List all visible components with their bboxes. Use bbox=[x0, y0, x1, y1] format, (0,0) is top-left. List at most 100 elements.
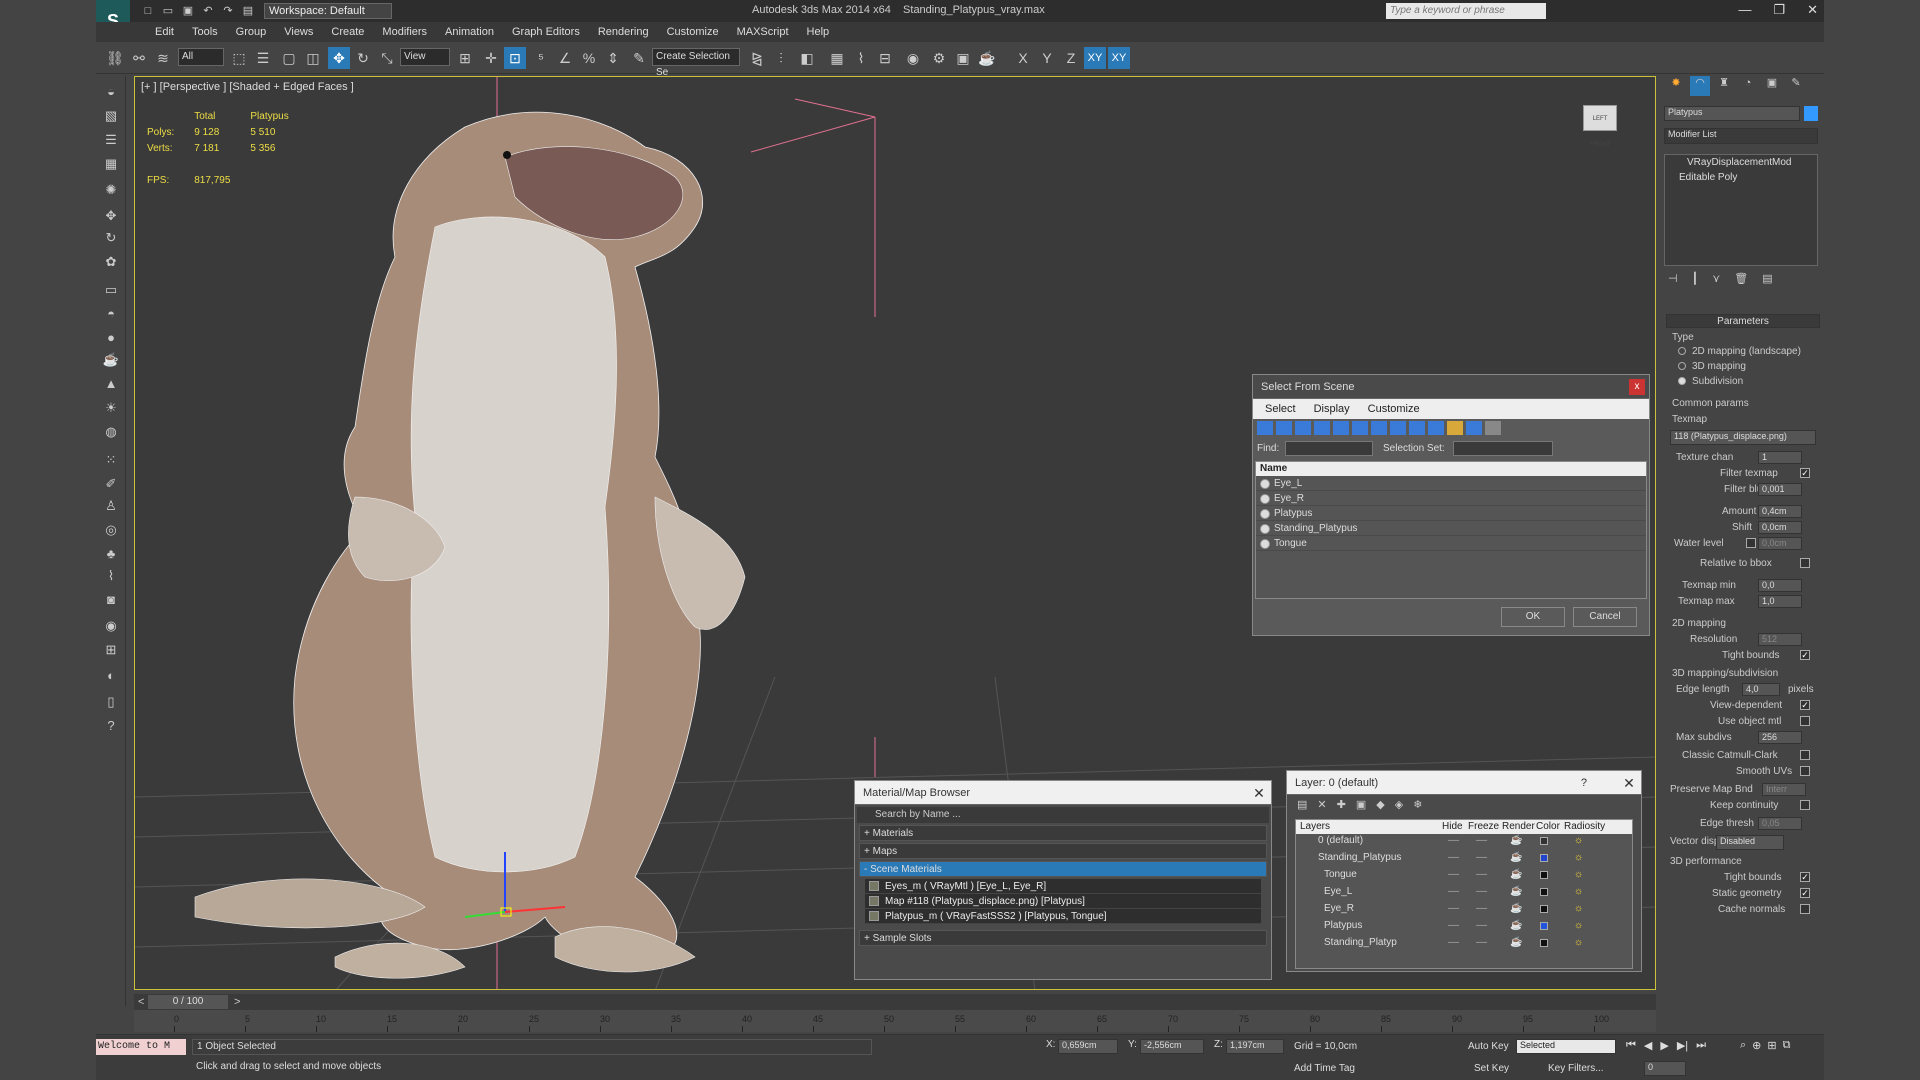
preserve-map-dropdown[interactable]: Interr bbox=[1762, 783, 1806, 796]
platypus-model[interactable] bbox=[194, 111, 746, 979]
dialog-titlebar[interactable]: Material/Map Browser ✕ bbox=[855, 781, 1271, 805]
make-unique-icon[interactable]: ⋎ bbox=[1712, 272, 1720, 288]
display-all-icon[interactable] bbox=[1485, 421, 1501, 435]
menu-create[interactable]: Create bbox=[322, 22, 373, 42]
static-geometry-checkbox[interactable]: ✓ bbox=[1800, 888, 1810, 898]
edge-length-spinner[interactable]: 4,0 bbox=[1742, 683, 1780, 696]
schematic-view-icon[interactable]: ⊟ bbox=[874, 47, 896, 69]
selection-filter-dropdown[interactable]: All bbox=[178, 48, 224, 66]
object-list-item[interactable]: Platypus bbox=[1256, 506, 1646, 521]
hemisphere-icon[interactable]: ◓ bbox=[101, 304, 121, 324]
edit-named-sel-icon[interactable]: ✎ bbox=[628, 47, 650, 69]
menu-rendering[interactable]: Rendering bbox=[589, 22, 658, 42]
image-icon[interactable]: ▧ bbox=[101, 106, 121, 126]
select-by-name-icon[interactable]: ☰ bbox=[252, 47, 274, 69]
axis-xy-button[interactable]: XY bbox=[1084, 47, 1106, 69]
filter-hidden-icon[interactable] bbox=[1466, 421, 1482, 435]
menu-customize[interactable]: Customize bbox=[658, 22, 728, 42]
rendered-frame-icon[interactable]: ▣ bbox=[952, 47, 974, 69]
hide-toggle[interactable]: –– bbox=[1448, 885, 1459, 899]
undo-icon[interactable]: ↶ bbox=[200, 4, 216, 18]
layer-col-freeze[interactable]: Freeze bbox=[1468, 821, 1499, 832]
freeze-toggle[interactable]: –– bbox=[1476, 885, 1487, 899]
container-icon[interactable]: ◒ bbox=[101, 82, 121, 102]
render-teapot-icon[interactable]: ☕ bbox=[1510, 868, 1522, 882]
next-frame-icon[interactable]: > bbox=[234, 996, 240, 1008]
menu-group[interactable]: Group bbox=[227, 22, 276, 42]
rotate-tool-icon[interactable]: ↻ bbox=[101, 228, 121, 248]
object-color-swatch[interactable] bbox=[1804, 106, 1818, 121]
display-tab-icon[interactable]: ▣ bbox=[1762, 76, 1782, 96]
layer-color-swatch[interactable] bbox=[1540, 837, 1548, 845]
goto-end-icon[interactable]: ⏭ bbox=[1696, 1039, 1706, 1052]
layer-row[interactable]: 0 (default) –– –– ☕ ☼ bbox=[1296, 834, 1636, 848]
max-subdivs-spinner[interactable]: 256 bbox=[1758, 731, 1802, 744]
dialog-titlebar[interactable]: Select From Scene x bbox=[1253, 375, 1649, 399]
layer-col-render[interactable]: Render bbox=[1502, 821, 1535, 832]
snaps-toggle-icon[interactable]: ⁵ bbox=[530, 47, 552, 69]
object-list-item[interactable]: Eye_L bbox=[1256, 476, 1646, 491]
radiosity-icon[interactable]: ☼ bbox=[1574, 851, 1583, 865]
filter-cameras-icon[interactable] bbox=[1314, 421, 1330, 435]
scene-material-item[interactable]: Map #118 (Platypus_displace.png) [Platyp… bbox=[865, 894, 1261, 909]
layer-col-radiosity[interactable]: Radiosity bbox=[1564, 821, 1605, 832]
scene-material-item[interactable]: Platypus_m ( VRayFastSSS2 ) [Platypus, T… bbox=[865, 909, 1261, 924]
bind-spacewarp-icon[interactable]: ≋ bbox=[152, 47, 174, 69]
menu-animation[interactable]: Animation bbox=[436, 22, 503, 42]
close-icon[interactable]: x bbox=[1629, 379, 1645, 395]
layer-row[interactable]: Tongue –– –– ☕ ☼ bbox=[1296, 868, 1636, 882]
object-list-item[interactable]: Standing_Platypus bbox=[1256, 521, 1646, 536]
layer-row[interactable]: Standing_Platyp –– –– ☕ ☼ bbox=[1296, 936, 1636, 950]
keyboard-shortcut-icon[interactable]: ⊡ bbox=[504, 47, 526, 69]
cache-normals-checkbox[interactable] bbox=[1800, 904, 1810, 914]
water-level-checkbox[interactable] bbox=[1746, 538, 1756, 548]
water-level-spinner[interactable]: 0,0cm bbox=[1758, 537, 1802, 550]
layer-row[interactable]: Platypus –– –– ☕ ☼ bbox=[1296, 919, 1636, 933]
prev-key-icon[interactable]: ◀ bbox=[1644, 1039, 1652, 1052]
radiosity-icon[interactable]: ☼ bbox=[1574, 868, 1583, 882]
material-group-header[interactable]: + Maps bbox=[859, 843, 1267, 859]
curve-editor-icon[interactable]: ⌇ bbox=[850, 47, 872, 69]
layer-col-color[interactable]: Color bbox=[1536, 821, 1560, 832]
help-circle-icon[interactable]: ? bbox=[101, 716, 121, 736]
type-radio-subdivision[interactable] bbox=[1678, 377, 1686, 385]
sphere-icon[interactable]: ● bbox=[101, 328, 121, 348]
plane-icon[interactable]: ▭ bbox=[101, 280, 121, 300]
track-bar[interactable]: 0 5 10 15 20 25 30 35 40 45 50 55 60 65 70 75 80 85 90 95 10… bbox=[134, 1010, 1656, 1032]
hide-toggle[interactable]: –– bbox=[1448, 868, 1459, 882]
layer-col-hide[interactable]: Hide bbox=[1442, 821, 1463, 832]
utilities-tab-icon[interactable]: ✎ bbox=[1786, 76, 1806, 96]
minimize-icon[interactable]: — bbox=[1738, 2, 1751, 18]
move-icon[interactable]: ✥ bbox=[328, 47, 350, 69]
filter-shapes-icon[interactable] bbox=[1276, 421, 1292, 435]
viewcube-face[interactable]: LEFT FRONT bbox=[1583, 105, 1617, 148]
radiosity-icon[interactable]: ☼ bbox=[1574, 902, 1583, 916]
layer-row[interactable]: Eye_R –– –– ☕ ☼ bbox=[1296, 902, 1636, 916]
align-icon[interactable]: ⫶ bbox=[770, 47, 792, 69]
radiosity-icon[interactable]: ☼ bbox=[1574, 919, 1583, 933]
select-in-layer-icon[interactable]: ▣ bbox=[1356, 798, 1366, 812]
parameters-rollout-header[interactable]: Parameters bbox=[1666, 314, 1820, 328]
percent-snap-icon[interactable]: % bbox=[578, 47, 600, 69]
amount-spinner[interactable]: 0,4cm bbox=[1758, 505, 1802, 518]
material-group-header[interactable]: - Scene Materials bbox=[859, 861, 1267, 877]
filter-containers-icon[interactable] bbox=[1428, 421, 1444, 435]
close-icon[interactable]: ✕ bbox=[1807, 2, 1818, 18]
next-key-icon[interactable]: ▶| bbox=[1677, 1039, 1688, 1052]
new-file-icon[interactable]: □ bbox=[140, 4, 156, 18]
list-icon[interactable]: ☰ bbox=[101, 130, 121, 150]
filter-xrefs-icon[interactable] bbox=[1390, 421, 1406, 435]
layer-row[interactable]: Eye_L –– –– ☕ ☼ bbox=[1296, 885, 1636, 899]
key-filters-button[interactable]: Key Filters... bbox=[1548, 1063, 1604, 1074]
use-object-mtl-checkbox[interactable] bbox=[1800, 716, 1810, 726]
freeze-toggle[interactable]: –– bbox=[1476, 902, 1487, 916]
freeze-toggle[interactable]: –– bbox=[1476, 851, 1487, 865]
filter-lights-icon[interactable] bbox=[1295, 421, 1311, 435]
menu-display[interactable]: Display bbox=[1314, 399, 1350, 419]
filter-spacewarps-icon[interactable] bbox=[1352, 421, 1368, 435]
type-radio-2d[interactable] bbox=[1678, 347, 1686, 355]
angle-snap-icon[interactable]: ∠ bbox=[554, 47, 576, 69]
auto-key-button[interactable]: Auto Key bbox=[1468, 1041, 1509, 1052]
material-editor-icon[interactable]: ◉ bbox=[902, 47, 924, 69]
hair-icon[interactable]: ⌇ bbox=[101, 566, 121, 586]
